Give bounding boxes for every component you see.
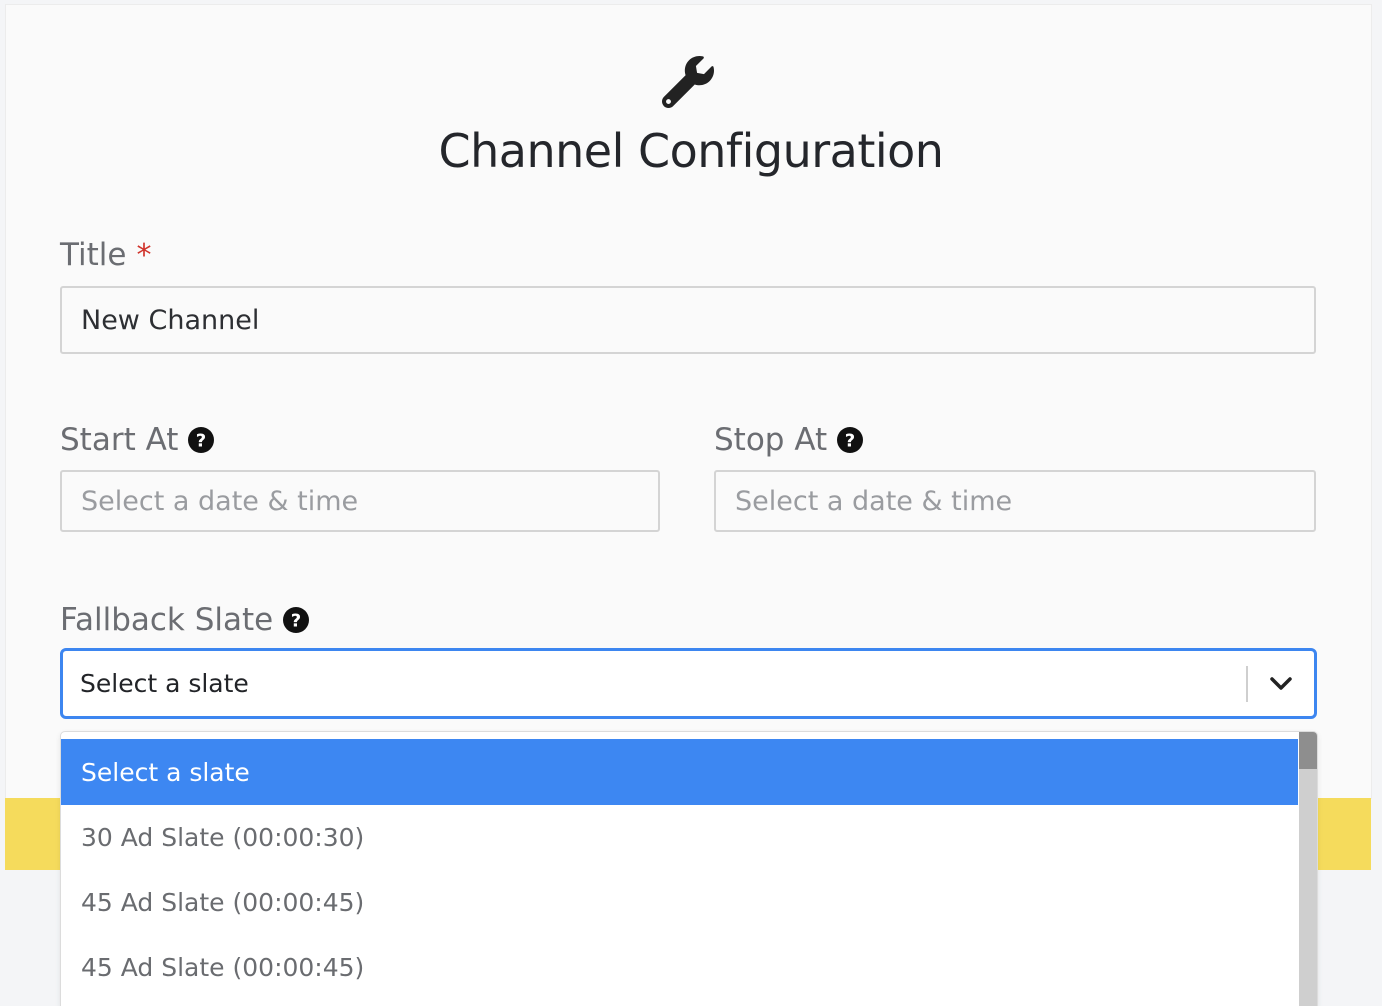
dropdown-toggle[interactable] (1248, 652, 1314, 716)
stop-at-label: Stop At ? (714, 419, 864, 461)
svg-text:?: ? (196, 431, 206, 452)
stop-at-input[interactable] (714, 470, 1316, 532)
start-at-input[interactable] (60, 470, 660, 532)
svg-text:?: ? (845, 431, 855, 452)
slate-options: Select a slate 30 Ad Slate (00:00:30) 45… (61, 739, 1298, 1000)
slate-dropdown-menu: Select a slate 30 Ad Slate (00:00:30) 45… (60, 731, 1318, 1006)
question-circle-icon[interactable]: ? (188, 427, 215, 453)
title-label-text: Title (60, 237, 127, 273)
title-label: Title * (60, 234, 151, 276)
fallback-slate-select[interactable]: Select a slate (60, 648, 1317, 719)
scrollbar-track[interactable] (1299, 732, 1317, 1006)
fallback-slate-label: Fallback Slate ? (60, 599, 310, 641)
title-input[interactable] (60, 286, 1316, 354)
svg-text:?: ? (291, 611, 301, 632)
chevron-down-icon (1270, 676, 1292, 690)
required-asterisk: * (136, 237, 152, 273)
scrollbar-thumb[interactable] (1299, 732, 1317, 769)
slate-option[interactable]: 30 Ad Slate (00:00:30) (61, 805, 1298, 869)
page-title: Channel Configuration (438, 124, 944, 178)
fallback-slate-label-text: Fallback Slate (60, 602, 274, 638)
wrench-icon (662, 56, 714, 108)
select-value: Select a slate (80, 669, 249, 698)
slate-option[interactable]: Select a slate (61, 739, 1298, 805)
start-at-label: Start At ? (60, 419, 215, 461)
question-circle-icon[interactable]: ? (837, 427, 864, 453)
page: Channel Configuration Title * Start At ?… (0, 0, 1382, 1006)
start-at-label-text: Start At (60, 422, 179, 458)
question-circle-icon[interactable]: ? (283, 607, 310, 633)
stop-at-label-text: Stop At (714, 422, 828, 458)
slate-option[interactable]: 45 Ad Slate (00:00:45) (61, 935, 1298, 999)
slate-option[interactable]: 45 Ad Slate (00:00:45) (61, 870, 1298, 934)
